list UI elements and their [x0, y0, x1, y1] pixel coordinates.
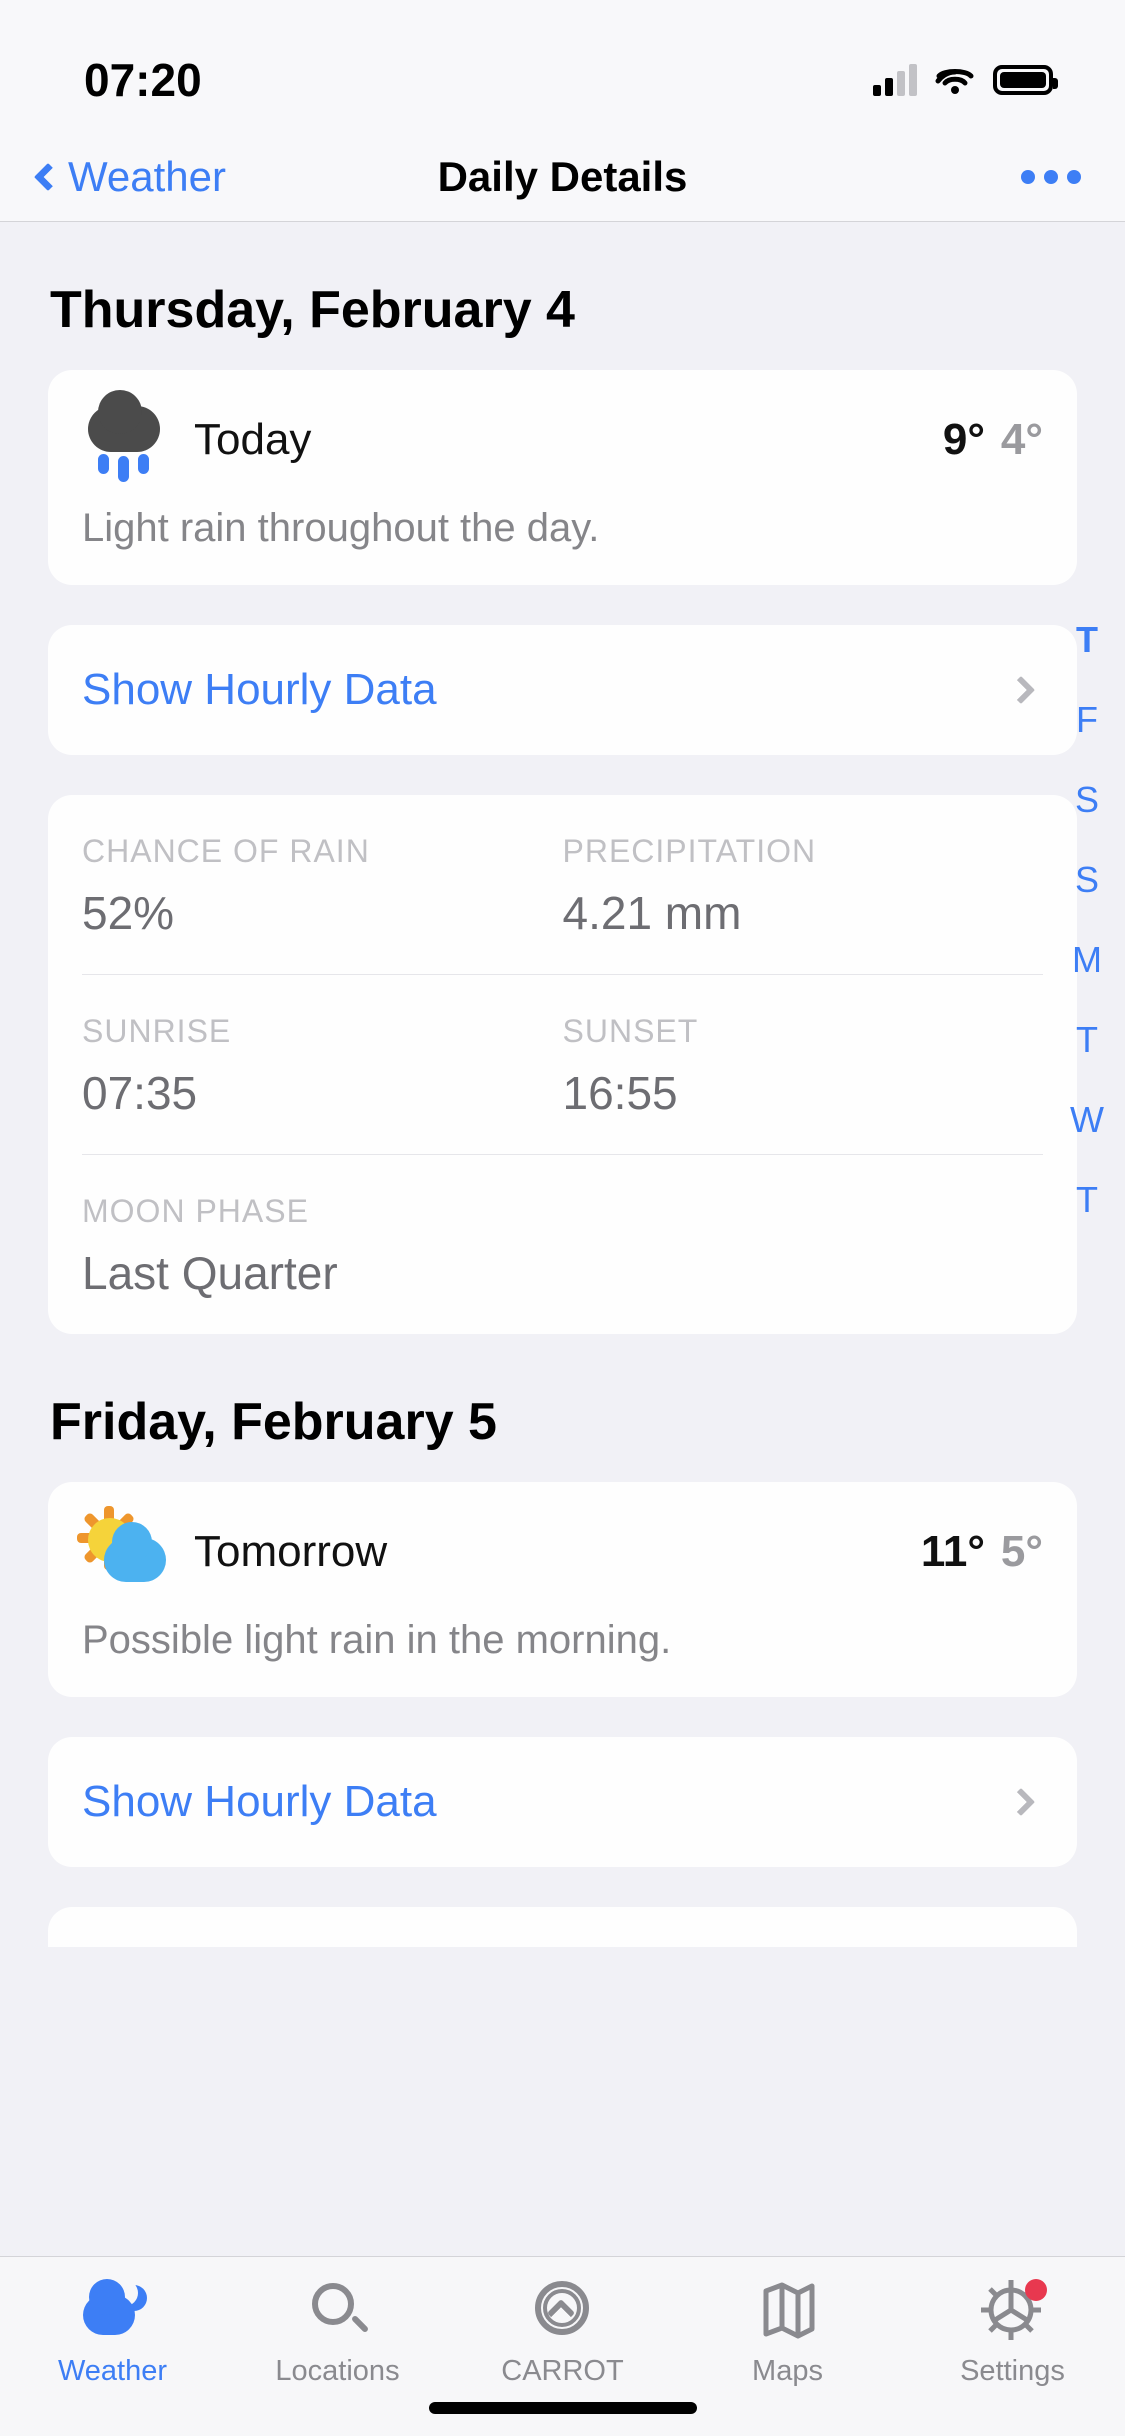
- details-row: CHANCE OF RAIN 52% PRECIPITATION 4.21 mm: [82, 795, 1043, 975]
- tab-label: Weather: [57, 2355, 168, 2387]
- day-index-item[interactable]: T: [1076, 1022, 1098, 1058]
- tab-settings[interactable]: Settings: [900, 2279, 1125, 2388]
- detail-label: CHANCE OF RAIN: [82, 1945, 563, 1947]
- tab-carrot[interactable]: CARROT: [450, 2279, 675, 2388]
- battery-full-icon: [993, 65, 1058, 95]
- ellipsis-icon-dot: [1067, 169, 1081, 184]
- day-index-item[interactable]: T: [1076, 622, 1098, 658]
- day-index-strip[interactable]: T F S S M T W T: [1061, 622, 1113, 1218]
- detail-value: 07:35: [82, 1067, 198, 1119]
- day-summary-card: Tomorrow 11° 5° Possible light rain in t…: [48, 1482, 1077, 1697]
- day-index-item[interactable]: S: [1075, 862, 1099, 898]
- detail-sunset: SUNSET 16:55: [563, 975, 1044, 1154]
- day-heading: Thursday, February 4: [50, 281, 575, 339]
- summary-row: Tomorrow 11° 5°: [77, 1506, 1043, 1592]
- temperature-low: 5°: [1000, 1527, 1043, 1576]
- temperature-range: 11° 5°: [921, 1527, 1043, 1577]
- status-bar: 07:20: [0, 0, 1125, 132]
- day-index-item[interactable]: F: [1076, 702, 1098, 738]
- details-row: SUNRISE 07:35 SUNSET 16:55: [82, 975, 1043, 1155]
- signal-bars-icon: [873, 64, 917, 96]
- tab-weather[interactable]: Weather: [0, 2279, 225, 2388]
- temperature-low: 4°: [1000, 415, 1043, 464]
- day-heading: Friday, February 5: [50, 1393, 497, 1451]
- detail-value: 52%: [82, 887, 175, 939]
- day-index-item[interactable]: S: [1075, 782, 1099, 818]
- details-row: CHANCE OF RAIN PRECIPITATION: [82, 1907, 1043, 1947]
- summary-row: Today 9° 4°: [82, 390, 1043, 482]
- detail-chance-of-rain: CHANCE OF RAIN: [82, 1907, 563, 1947]
- day-index-item[interactable]: W: [1070, 1102, 1104, 1138]
- weather-daily-details-screen: 07:20 Weather Daily Details Thursday, Fe…: [0, 0, 1125, 2436]
- gear-icon: [977, 2279, 1049, 2341]
- chevron-left-icon: [33, 162, 63, 191]
- summary-description: Possible light rain in the morning.: [82, 1618, 672, 1662]
- map-icon: [752, 2279, 824, 2341]
- detail-label: PRECIPITATION: [563, 1945, 1044, 1947]
- search-icon: [302, 2279, 374, 2341]
- detail-label: SUNRISE: [82, 1013, 232, 1049]
- summary-label: Tomorrow: [194, 1527, 388, 1576]
- tab-maps[interactable]: Maps: [675, 2279, 900, 2388]
- navigation-bar: Weather Daily Details: [0, 132, 1125, 222]
- wifi-icon: [935, 69, 974, 94]
- tab-label: CARROT: [501, 2355, 624, 2387]
- back-button[interactable]: Weather: [30, 153, 226, 201]
- summary-description: Light rain throughout the day.: [82, 506, 600, 550]
- rain-cloud-icon: [82, 390, 168, 482]
- day-summary-card: Today 9° 4° Light rain throughout the da…: [48, 370, 1077, 585]
- temperature-range: 9° 4°: [943, 415, 1043, 465]
- detail-label: MOON PHASE: [82, 1193, 309, 1229]
- notification-badge: [1024, 2279, 1047, 2301]
- show-hourly-data-button[interactable]: Show Hourly Data: [48, 625, 1077, 755]
- detail-label: SUNSET: [562, 1013, 699, 1049]
- detail-precipitation: PRECIPITATION: [563, 1907, 1044, 1947]
- temperature-high: 9°: [942, 415, 985, 464]
- scroll-content[interactable]: Thursday, February 4 Today 9° 4° Light r…: [0, 222, 1125, 2256]
- detail-moon-phase: MOON PHASE Last Quarter: [82, 1155, 1043, 1334]
- tab-label: Settings: [960, 2355, 1065, 2387]
- detail-label: PRECIPITATION: [562, 833, 817, 869]
- day-index-item[interactable]: T: [1076, 1182, 1098, 1218]
- tab-label: Locations: [275, 2355, 400, 2387]
- detail-label: CHANCE OF RAIN: [82, 833, 370, 869]
- day-index-item[interactable]: M: [1072, 942, 1102, 978]
- day-details-card: CHANCE OF RAIN 52% PRECIPITATION 4.21 mm…: [48, 795, 1077, 1334]
- show-hourly-data-button[interactable]: Show Hourly Data: [48, 1737, 1077, 1867]
- details-row: MOON PHASE Last Quarter: [82, 1155, 1043, 1334]
- detail-value: 4.21 mm: [562, 887, 742, 939]
- tab-label: Maps: [752, 2355, 823, 2387]
- status-bar-time: 07:20: [84, 54, 202, 106]
- status-bar-indicators: [873, 64, 1058, 96]
- detail-precipitation: PRECIPITATION 4.21 mm: [563, 795, 1044, 974]
- ellipsis-icon-dot: [1021, 169, 1035, 184]
- more-options-button[interactable]: [1021, 169, 1081, 184]
- detail-sunrise: SUNRISE 07:35: [82, 975, 563, 1154]
- chevron-right-icon: [1006, 675, 1036, 705]
- chevron-right-icon: [1006, 1787, 1036, 1817]
- show-hourly-data-label: Show Hourly Data: [82, 1777, 437, 1826]
- show-hourly-data-label: Show Hourly Data: [82, 665, 437, 714]
- back-button-label: Weather: [68, 152, 226, 200]
- detail-value: Last Quarter: [82, 1247, 338, 1299]
- sun-behind-cloud-icon: [77, 1506, 168, 1592]
- carrot-chevron-up-icon: [527, 2279, 599, 2341]
- cloud-moon-icon: [77, 2279, 149, 2341]
- detail-value: 16:55: [562, 1067, 678, 1119]
- detail-chance-of-rain: CHANCE OF RAIN 52%: [82, 795, 563, 974]
- home-indicator: [428, 2402, 697, 2414]
- temperature-high: 11°: [920, 1527, 985, 1576]
- summary-label: Today: [194, 415, 312, 464]
- ellipsis-icon-dot: [1044, 169, 1058, 184]
- tab-locations[interactable]: Locations: [225, 2279, 450, 2388]
- day-details-card-partial: CHANCE OF RAIN PRECIPITATION: [48, 1907, 1077, 1947]
